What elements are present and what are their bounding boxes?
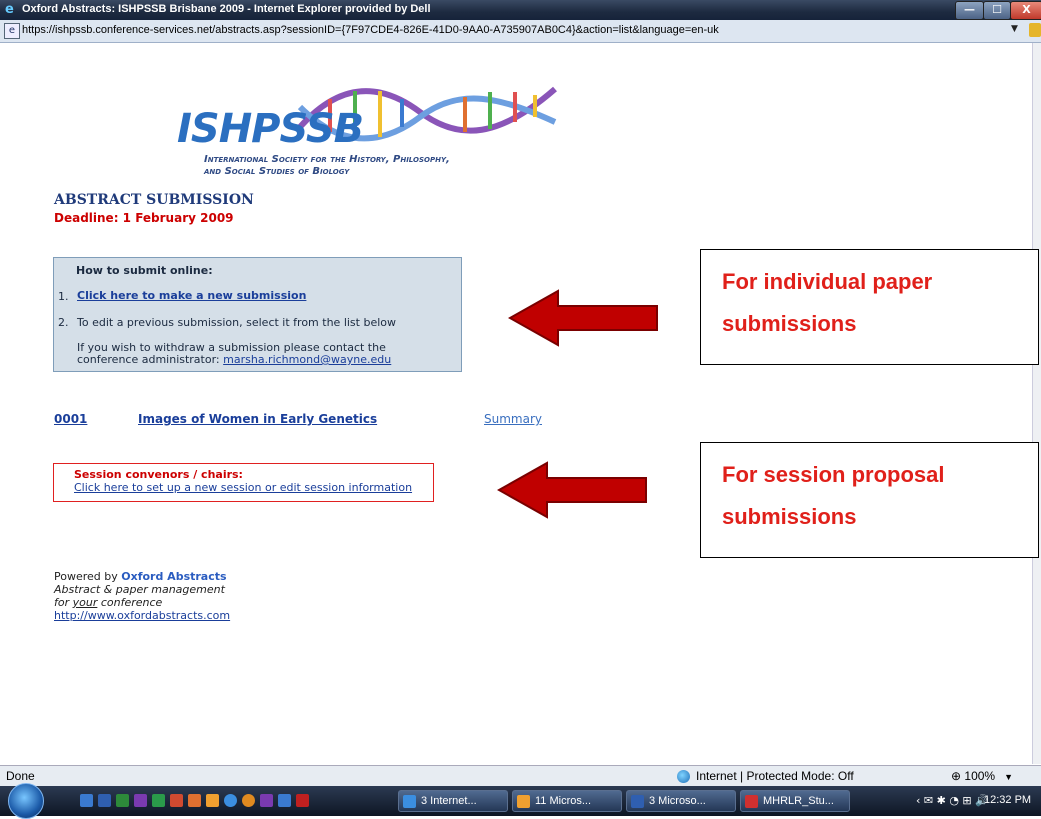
callout-line-2: submissions <box>722 504 857 529</box>
footer-tagline-2-emphasis: your <box>72 596 98 609</box>
callout-line-2: submissions <box>722 311 857 336</box>
footer-tagline-2-suffix: conference <box>97 596 163 609</box>
powered-by-prefix: Powered by <box>54 570 122 583</box>
security-lock-icon[interactable] <box>1029 23 1041 37</box>
edit-submission-instructions: To edit a previous submission, select it… <box>77 316 396 329</box>
session-convenors-panel: Session convenors / chairs: Click here t… <box>53 463 434 502</box>
callout-individual-paper: For individual paper submissions <box>700 249 1039 365</box>
logo-subtitle-line1: International Society for the History, P… <box>204 154 450 165</box>
how-to-title: How to submit online: <box>76 264 213 277</box>
submission-title-link[interactable]: Images of Women in Early Genetics <box>138 412 377 426</box>
window-title-bar: e Oxford Abstracts: ISHPSSB Brisbane 200… <box>0 0 1041 20</box>
system-tray: ‹ ✉ ✱ ◔ ⊞ 🔊 12:32 PM <box>911 786 1041 816</box>
session-panel-title: Session convenors / chairs: <box>74 468 243 481</box>
taskbar-button-label: 11 Micros... <box>535 795 592 807</box>
address-dropdown-icon[interactable]: ▼ <box>1011 24 1018 34</box>
internet-zone-globe-icon <box>677 770 690 783</box>
submission-summary-link[interactable]: Summary <box>484 412 542 426</box>
tray-icons[interactable]: ‹ ✉ ✱ ◔ ⊞ 🔊 <box>916 794 989 807</box>
powered-by-line: Powered by Oxford Abstracts <box>54 570 227 583</box>
submission-id-link[interactable]: 0001 <box>54 412 87 426</box>
page-icon: e <box>4 23 20 39</box>
start-button[interactable] <box>8 783 44 819</box>
window-title: Oxford Abstracts: ISHPSSB Brisbane 2009 … <box>22 3 431 15</box>
quick-launch-icon[interactable] <box>278 794 291 807</box>
deadline-text: Deadline: 1 February 2009 <box>54 211 234 225</box>
taskbar-button-outlook[interactable]: 11 Micros... <box>512 790 622 812</box>
internet-explorer-icon <box>403 795 416 808</box>
footer-tagline-2: for your conference <box>54 596 162 609</box>
footer-tagline-2-prefix: for <box>54 596 73 609</box>
taskbar-button-label: 3 Internet... <box>421 795 477 807</box>
new-submission-link[interactable]: Click here to make a new submission <box>77 289 306 302</box>
quick-launch-icon[interactable] <box>116 794 129 807</box>
withdraw-contact-line: conference administrator: marsha.richmon… <box>77 353 391 366</box>
quick-launch-icon[interactable] <box>188 794 201 807</box>
quick-launch-icon[interactable] <box>206 794 219 807</box>
logo-wordmark: ISHPSSB <box>177 106 364 152</box>
how-to-submit-panel: How to submit online: 1. Click here to m… <box>53 257 462 372</box>
address-url[interactable]: https://ishpssb.conference-services.net/… <box>22 24 719 36</box>
quick-launch-icon[interactable] <box>152 794 165 807</box>
quick-launch-icon[interactable] <box>260 794 273 807</box>
withdraw-contact-prefix: conference administrator: <box>77 353 224 366</box>
quick-launch-icon[interactable] <box>296 794 309 807</box>
step-2-number: 2. <box>58 316 69 329</box>
taskbar-button-internet-explorer[interactable]: 3 Internet... <box>398 790 508 812</box>
zoom-icon: ⊕ <box>951 769 965 783</box>
quick-launch-icon[interactable] <box>134 794 147 807</box>
taskbar-button-pdf[interactable]: MHRLR_Stu... <box>740 790 850 812</box>
quick-launch-icon[interactable] <box>224 794 237 807</box>
admin-email-link[interactable]: marsha.richmond@wayne.edu <box>223 353 391 366</box>
callout-session-proposal: For session proposal submissions <box>700 442 1039 558</box>
oxford-abstracts-url-link[interactable]: http://www.oxfordabstracts.com <box>54 609 230 622</box>
zoom-caret-icon: ▼ <box>1004 772 1014 782</box>
taskbar: 3 Internet... 11 Micros... 3 Microso... … <box>0 783 1041 819</box>
quick-launch-icon[interactable] <box>170 794 183 807</box>
internet-explorer-icon: e <box>5 2 14 17</box>
zoom-level-control[interactable]: ⊕ 100% ▼ <box>951 769 1013 783</box>
taskbar-button-label: MHRLR_Stu... <box>763 795 834 807</box>
pdf-icon <box>745 795 758 808</box>
taskbar-button-word[interactable]: 3 Microso... <box>626 790 736 812</box>
status-text: Done <box>6 769 35 783</box>
callout-line-1: For individual paper <box>722 269 933 294</box>
session-setup-link[interactable]: Click here to set up a new session or ed… <box>74 481 412 494</box>
outlook-icon <box>517 795 530 808</box>
quick-launch-icon[interactable] <box>80 794 93 807</box>
quick-launch-icon[interactable] <box>242 794 255 807</box>
powered-by-brand: Oxford Abstracts <box>121 570 227 583</box>
taskbar-button-label: 3 Microso... <box>649 795 706 807</box>
quick-launch-icon[interactable] <box>98 794 111 807</box>
footer-tagline-1: Abstract & paper management <box>54 583 225 596</box>
arrow-left-icon <box>497 461 647 519</box>
maximize-button[interactable]: ☐ <box>983 1 1011 20</box>
address-bar: e https://ishpssb.conference-services.ne… <box>0 20 1041 43</box>
vertical-scrollbar[interactable] <box>1032 43 1041 764</box>
page-title: ABSTRACT SUBMISSION <box>54 192 254 208</box>
arrow-left-icon <box>508 289 658 347</box>
logo-subtitle-line2: and Social Studies of Biology <box>204 166 350 177</box>
close-button[interactable]: X <box>1010 1 1041 20</box>
minimize-button[interactable]: — <box>955 1 984 20</box>
status-bar: Done Internet | Protected Mode: Off ⊕ 10… <box>0 765 1041 787</box>
step-1-number: 1. <box>58 290 69 303</box>
security-zone-text[interactable]: Internet | Protected Mode: Off <box>696 769 854 783</box>
clock[interactable]: 12:32 PM <box>984 794 1031 806</box>
zoom-level: 100% <box>964 769 996 783</box>
callout-line-1: For session proposal <box>722 462 945 487</box>
word-icon <box>631 795 644 808</box>
